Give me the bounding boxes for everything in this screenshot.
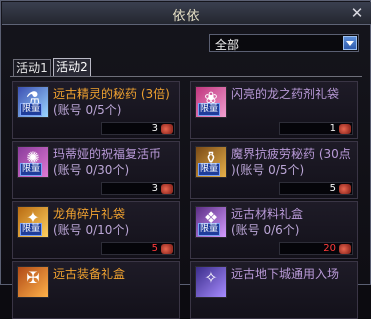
item-limit: (账号 0/5个) [53,103,122,117]
item-name: 魔界抗疲劳秘药 (30点 [231,147,351,161]
chevron-down-icon[interactable] [343,36,357,50]
potion-jar-icon: ⚱ 限量 [195,146,227,178]
tab-activity-1[interactable]: 活动1 [13,59,51,77]
cost-amount: 5 [329,183,336,194]
limited-badge: 限量 [198,163,221,176]
revive-coin-icon: ✺ 限量 [17,146,49,178]
potion-bottle-icon: ⚗ 限量 [17,86,49,118]
limited-badge: 限量 [20,103,43,116]
shop-item[interactable]: ✺ 限量 玛蒂娅的祝福复活币 (账号 0/30个) 3 [12,141,180,199]
token-icon [161,184,173,194]
dragon-horn-bag-icon: ✦ 限量 [17,206,49,238]
shop-item[interactable]: ✧ 远古地下城通用入场 [190,261,358,319]
limited-badge: 限量 [198,223,221,236]
item-cost: 20 [279,242,353,255]
cost-amount: 3 [151,123,158,134]
item-limit: (账号 0/6个) [231,223,300,237]
limited-badge: 限量 [198,103,221,116]
token-icon [161,124,173,134]
dungeon-ticket-icon: ✧ [195,266,227,298]
item-list-panel: ⚗ 限量 远古精灵的秘药 (3倍) (账号 0/5个) 3 ❀ 限量 闪亮的龙之… [10,76,362,319]
shop-item[interactable]: ❀ 限量 闪亮的龙之药剂礼袋 1 [190,81,358,139]
gift-bag-icon: ❀ 限量 [195,86,227,118]
shop-item[interactable]: ⚱ 限量 魔界抗疲劳秘药 (30点 )(账号 0/5个) 5 [190,141,358,199]
token-icon [339,244,351,254]
material-box-icon: ❖ 限量 [195,206,227,238]
close-icon[interactable]: ✕ [349,5,365,21]
item-name: 远古精灵的秘药 (3倍) [53,87,170,101]
item-name: 闪亮的龙之药剂礼袋 [231,87,340,101]
cost-amount: 1 [329,123,336,134]
item-cost: 1 [279,122,353,135]
dropdown-selected-value: 全部 [215,38,240,52]
shop-item[interactable]: ⚗ 限量 远古精灵的秘药 (3倍) (账号 0/5个) 3 [12,81,180,139]
window-title: 依依 [172,9,201,24]
token-icon [161,244,173,254]
item-limit: (账号 0/10个) [53,223,130,237]
token-icon [339,184,351,194]
tab-activity-2[interactable]: 活动2 [53,58,91,77]
limited-badge: 限量 [20,223,43,236]
token-icon [339,124,351,134]
shop-item[interactable]: ✦ 限量 龙角碎片礼袋 (账号 0/10个) 5 [12,201,180,259]
item-name: 远古装备礼盒 [53,267,126,281]
item-limit: (账号 0/30个) [53,163,130,177]
cost-amount: 3 [151,183,158,194]
item-name: 玛蒂娅的祝福复活币 [53,147,162,161]
item-name: 远古地下城通用入场 [231,267,340,281]
item-cost: 3 [101,182,175,195]
limited-badge: 限量 [20,163,43,176]
dialog-window: 依依 ✕ 全部 活动1 活动2 ⚗ 限量 远古精灵的秘药 (3倍) (账号 0/… [0,0,371,319]
category-dropdown[interactable]: 全部 [209,34,359,52]
item-name: 龙角碎片礼袋 [53,207,126,221]
item-cost: 3 [101,122,175,135]
cost-amount: 20 [323,243,336,254]
equipment-box-icon: ✠ [17,266,49,298]
shop-item[interactable]: ✠ 远古装备礼盒 [12,261,180,319]
shop-item[interactable]: ❖ 限量 远古材料礼盒 (账号 0/6个) 20 [190,201,358,259]
title-bar[interactable]: 依依 ✕ [2,2,371,25]
item-cost: 5 [279,182,353,195]
item-cost: 5 [101,242,175,255]
cost-amount: 5 [151,243,158,254]
item-limit: )(账号 0/5个) [231,163,305,177]
item-name: 远古材料礼盒 [231,207,304,221]
